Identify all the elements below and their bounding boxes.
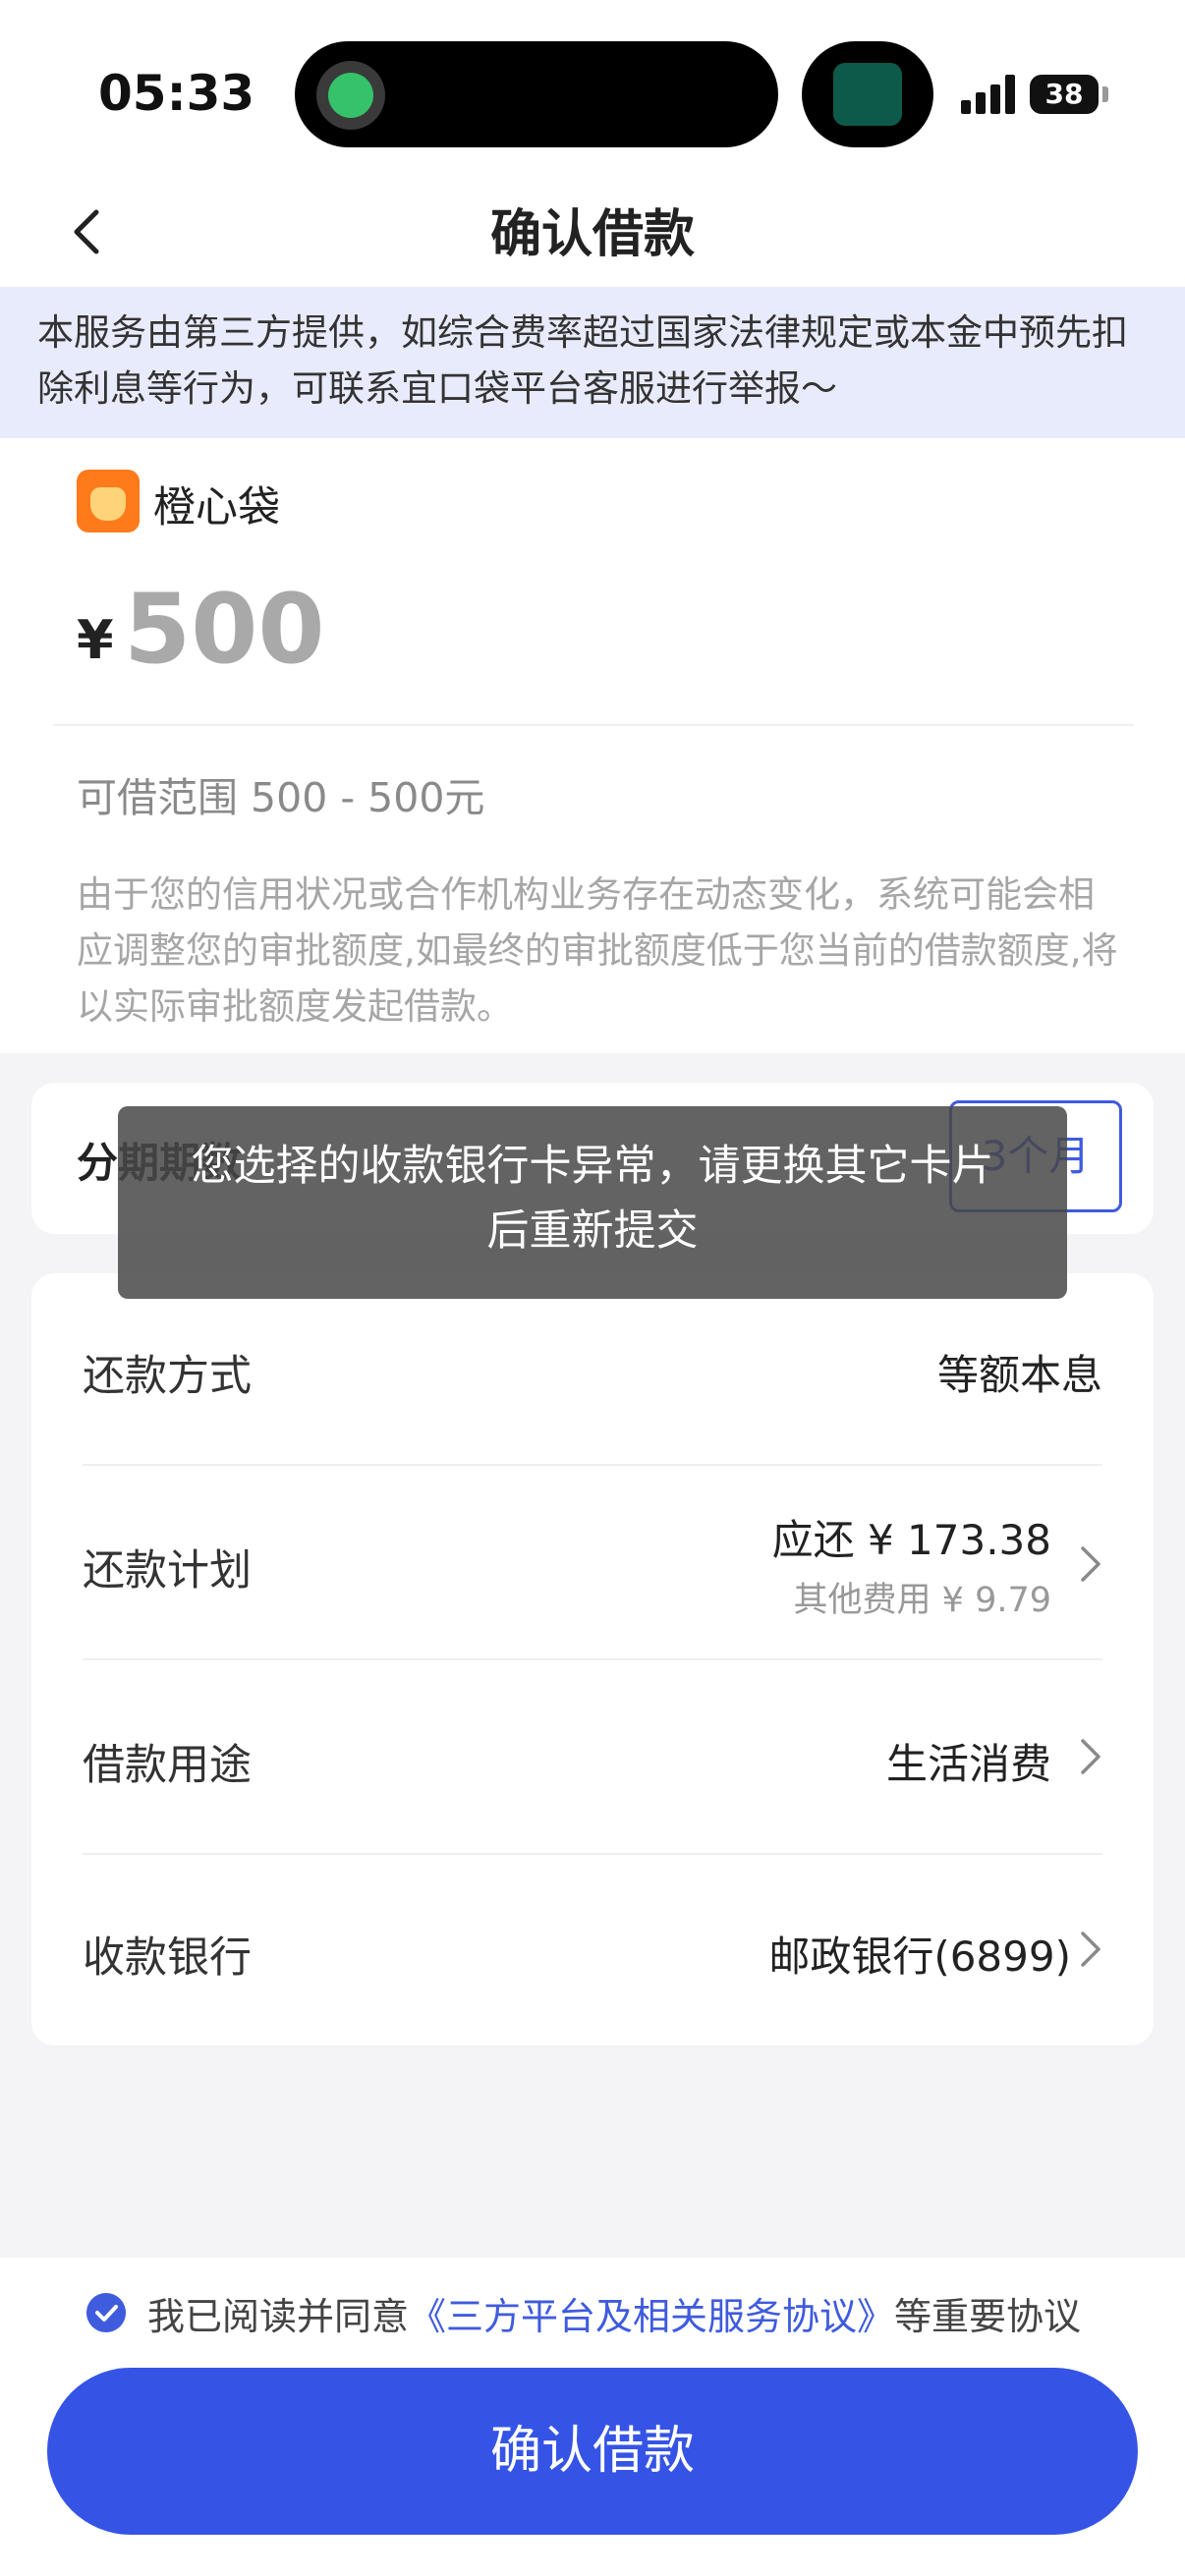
currency-symbol: ¥ <box>77 609 114 671</box>
agreement-prefix: 我已阅读并同意 <box>147 2295 410 2338</box>
live-activity-icon-inner <box>328 73 373 118</box>
toast-line-1: 您选择的收款银行卡异常，请更换其它卡片 <box>191 1142 994 1191</box>
agreement-suffix: 等重要协议 <box>894 2295 1082 2338</box>
battery-level: 38 <box>1044 78 1084 110</box>
page-title: 确认借款 <box>489 205 695 264</box>
status-time: 05:33 <box>98 65 255 122</box>
app-thumbnail-icon <box>833 63 902 126</box>
repayment-plan-label: 还款计划 <box>83 1546 252 1596</box>
notice-text: 本服务由第三方提供，如综合费率超过国家法律规定或本金中预先扣除利息等行为，可联系… <box>37 311 1128 410</box>
back-arrow-icon[interactable] <box>59 202 118 261</box>
agreement-checkbox[interactable] <box>86 2293 126 2332</box>
confirm-loan-button[interactable]: 确认借款 <box>47 2368 1138 2535</box>
agreement-link[interactable]: 《三方平台及相关服务协议》 <box>409 2295 894 2338</box>
loan-amount-input[interactable]: 500 <box>124 574 325 686</box>
credit-disclaimer: 由于您的信用状况或合作机构业务存在动态变化，系统可能会相应调整您的审批额度,如最… <box>77 873 1118 1028</box>
loan-purpose-label: 借款用途 <box>83 1741 252 1790</box>
toast-line-2: 后重新提交 <box>486 1206 699 1256</box>
chevron-right-icon[interactable] <box>1077 1735 1104 1778</box>
chevron-right-icon[interactable] <box>1077 1928 1104 1971</box>
chevron-right-icon[interactable] <box>1077 1542 1104 1586</box>
battery-icon: 38 <box>1030 75 1099 114</box>
money-bag-icon <box>90 487 126 521</box>
receiving-bank-label: 收款银行 <box>83 1933 252 1983</box>
error-toast: 您选择的收款银行卡异常，请更换其它卡片 后重新提交 <box>118 1106 1067 1299</box>
repayment-plan-due[interactable]: 应还 ¥ 173.38 <box>590 1507 1051 1567</box>
row-divider <box>83 1853 1102 1855</box>
repayment-method-value: 等额本息 <box>936 1351 1102 1399</box>
agreement-text: 我已阅读并同意《三方平台及相关服务协议》等重要协议 <box>147 2286 1081 2340</box>
battery-tip <box>1102 86 1108 102</box>
receiving-bank-value[interactable]: 邮政银行(6899) <box>629 1924 1071 1984</box>
lender-name: 橙心袋 <box>153 483 280 532</box>
row-divider <box>83 1464 1102 1466</box>
divider <box>53 724 1134 726</box>
row-divider <box>83 1658 1102 1660</box>
repayment-plan-fees: 其他费用 ¥ 9.79 <box>793 1581 1051 1620</box>
loan-purpose-value[interactable]: 生活消费 <box>688 1731 1051 1791</box>
loan-range: 可借范围 500 - 500元 <box>77 774 485 821</box>
signal-icon <box>961 75 1016 114</box>
repayment-method-label: 还款方式 <box>83 1352 252 1401</box>
